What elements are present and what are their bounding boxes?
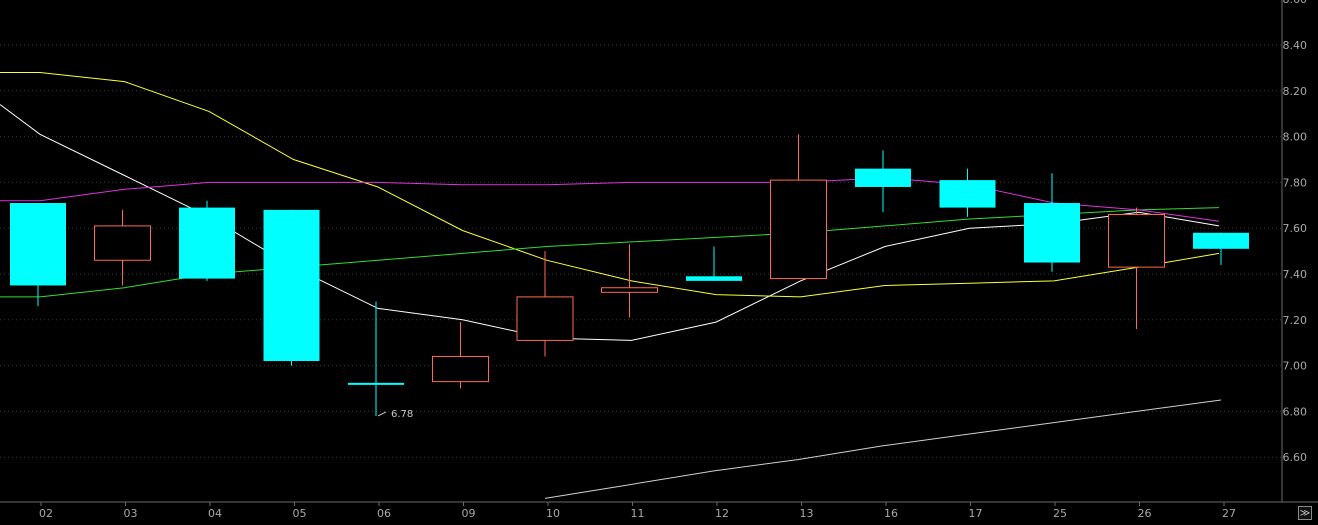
candle-body — [263, 209, 320, 362]
x-tick-label: 04 — [208, 507, 222, 520]
annotations: 6.78 — [377, 409, 413, 420]
y-tick-label: 8.40 — [1283, 39, 1308, 52]
y-tick-label: 7.00 — [1283, 360, 1308, 373]
candle — [770, 134, 827, 280]
annotation-arrow — [377, 411, 387, 417]
scroll-right-button[interactable]: ≫ — [1298, 506, 1312, 520]
x-tick-label: 26 — [1138, 507, 1152, 520]
x-tick-label: 10 — [546, 507, 560, 520]
candle-body — [1024, 203, 1080, 263]
candle — [10, 203, 66, 307]
y-tick-label: 7.80 — [1283, 176, 1308, 189]
candle-body — [94, 225, 151, 261]
candle — [855, 150, 911, 213]
moving-average-lines — [0, 72, 1222, 499]
candle-body — [686, 276, 742, 281]
y-tick-label: 7.40 — [1283, 268, 1308, 281]
y-tick-label: 6.60 — [1283, 451, 1308, 464]
candle — [179, 200, 235, 281]
y-tick-label: 7.20 — [1283, 314, 1308, 327]
candle-body — [10, 203, 66, 286]
x-tick-label: 17 — [969, 507, 983, 520]
candle-body — [1108, 213, 1165, 268]
y-tick-label: 8.20 — [1283, 85, 1308, 98]
y-tick-label: 8.00 — [1283, 131, 1308, 144]
candle — [94, 209, 151, 286]
low-annotation-label: 6.78 — [391, 409, 413, 420]
y-axis-labels: 6.60 6.80 7.00 7.20 7.40 7.60 7.80 8.00 8.20 8.40… — [1283, 0, 1308, 464]
candles — [10, 134, 1249, 416]
candle — [263, 209, 320, 366]
candle-body — [516, 296, 574, 341]
y-tick-label: 6.80 — [1283, 405, 1308, 418]
x-tick-label: 12 — [715, 507, 729, 520]
candle — [601, 244, 658, 318]
x-tick-label: 06 — [377, 507, 391, 520]
candle — [686, 246, 742, 281]
x-tick-label: 11 — [631, 507, 645, 520]
y-tick-label: 7.60 — [1283, 222, 1308, 235]
x-tick-label: 16 — [884, 507, 898, 520]
x-axis-labels: 02 03 04 05 06 09 10 11 12 13 16 17 25 26 27 — [39, 507, 1236, 520]
candle — [516, 251, 574, 357]
candle — [432, 322, 489, 389]
x-tick-label: 05 — [293, 507, 307, 520]
x-tick-label: 13 — [800, 507, 814, 520]
candle — [1193, 232, 1249, 265]
candlestick-chart: 6.60 6.80 7.00 7.20 7.40 7.60 7.80 8.00 8.20 8.40… — [0, 0, 1318, 520]
x-tick-label: 02 — [39, 507, 53, 520]
candle-body — [432, 355, 489, 383]
candle — [939, 168, 996, 217]
x-tick-label: 27 — [1222, 507, 1236, 520]
candle-body — [179, 207, 235, 279]
moving-average-line — [544, 399, 1222, 499]
candle-body — [770, 179, 827, 280]
x-tick-label: 25 — [1053, 507, 1067, 520]
candle-body — [601, 287, 658, 293]
x-tick-label: 03 — [124, 507, 138, 520]
candle-body — [939, 180, 996, 208]
candle — [348, 301, 404, 416]
y-tick-label: 8.60 — [1283, 0, 1308, 6]
x-tick-label: 09 — [462, 507, 476, 520]
candle — [1108, 207, 1165, 329]
candle-body — [855, 168, 911, 187]
candle — [1024, 173, 1080, 272]
candle-body — [1193, 232, 1249, 249]
